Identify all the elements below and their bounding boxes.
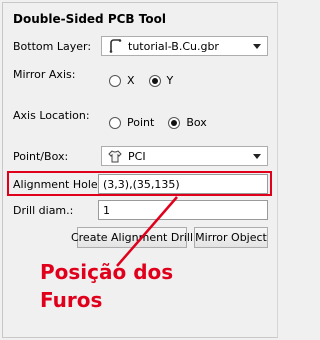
annotation-text: Posição dos Furos: [40, 258, 173, 314]
annotation-line-2: Furos: [40, 288, 103, 312]
annotation-line-1: Posição dos: [40, 260, 174, 284]
